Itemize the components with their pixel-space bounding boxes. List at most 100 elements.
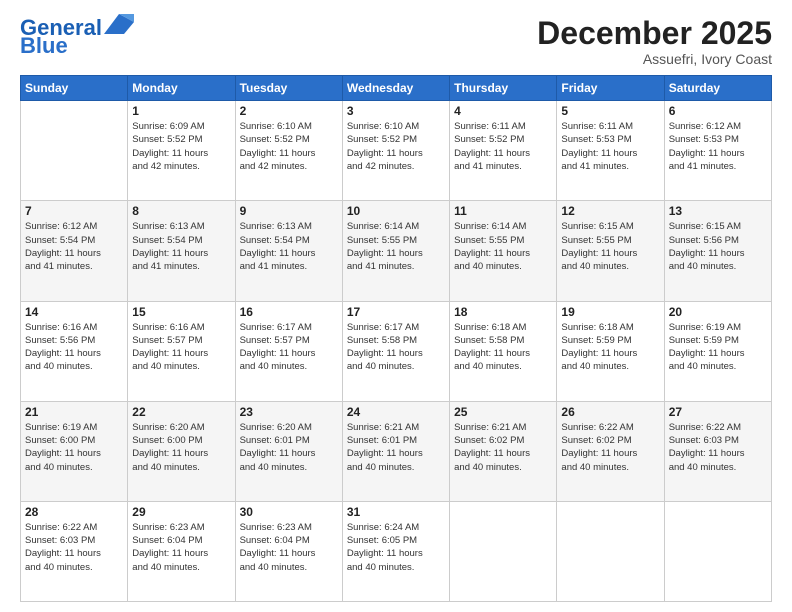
day-cell: 3Sunrise: 6:10 AM Sunset: 5:52 PM Daylig…: [342, 101, 449, 201]
day-cell: 1 Sunrise: 6:09 AM Sunset: 5:52 PM Daylig…: [128, 101, 235, 201]
day-cell: 21 Sunrise: 6:19 AM Sunset: 6:00 PM Dayli…: [21, 401, 128, 501]
day-cell: [21, 101, 128, 201]
logo-blue: Blue: [20, 34, 68, 58]
day-number: 14: [25, 305, 123, 319]
day-number: 8: [132, 204, 230, 218]
day-info: Sunrise: 6:13 AM Sunset: 5:54 PM Dayligh…: [240, 220, 338, 273]
day-number: 2: [240, 104, 338, 118]
header-row: Sunday Monday Tuesday Wednesday Thursday…: [21, 76, 772, 101]
week-row-5: 28 Sunrise: 6:22 AM Sunset: 6:03 PM Dayli…: [21, 501, 772, 601]
day-number: 1: [132, 104, 230, 118]
day-cell: 25Sunrise: 6:21 AM Sunset: 6:02 PM Dayli…: [450, 401, 557, 501]
week-row-2: 7Sunrise: 6:12 AM Sunset: 5:54 PM Daylig…: [21, 201, 772, 301]
day-info: Sunrise: 6:18 AM Sunset: 5:59 PM Dayligh…: [561, 321, 659, 374]
day-cell: 30Sunrise: 6:23 AM Sunset: 6:04 PM Dayli…: [235, 501, 342, 601]
day-info: Sunrise: 6:13 AM Sunset: 5:54 PM Dayligh…: [132, 220, 230, 273]
day-info: Sunrise: 6:17 AM Sunset: 5:57 PM Dayligh…: [240, 321, 338, 374]
day-cell: 13Sunrise: 6:15 AM Sunset: 5:56 PM Dayli…: [664, 201, 771, 301]
col-monday: Monday: [128, 76, 235, 101]
day-number: 28: [25, 505, 123, 519]
day-number: 29: [132, 505, 230, 519]
day-cell: 8 Sunrise: 6:13 AM Sunset: 5:54 PM Daylig…: [128, 201, 235, 301]
day-number: 26: [561, 405, 659, 419]
day-info: Sunrise: 6:18 AM Sunset: 5:58 PM Dayligh…: [454, 321, 552, 374]
day-number: 4: [454, 104, 552, 118]
day-info: Sunrise: 6:14 AM Sunset: 5:55 PM Dayligh…: [454, 220, 552, 273]
day-number: 16: [240, 305, 338, 319]
day-cell: 9Sunrise: 6:13 AM Sunset: 5:54 PM Daylig…: [235, 201, 342, 301]
day-info: Sunrise: 6:22 AM Sunset: 6:03 PM Dayligh…: [669, 421, 767, 474]
day-info: Sunrise: 6:21 AM Sunset: 6:01 PM Dayligh…: [347, 421, 445, 474]
day-cell: 16 Sunrise: 6:17 AM Sunset: 5:57 PM Dayli…: [235, 301, 342, 401]
day-info: Sunrise: 6:23 AM Sunset: 6:04 PM Dayligh…: [240, 521, 338, 574]
day-number: 3: [347, 104, 445, 118]
day-cell: 11Sunrise: 6:14 AM Sunset: 5:55 PM Dayli…: [450, 201, 557, 301]
day-info: Sunrise: 6:10 AM Sunset: 5:52 PM Dayligh…: [240, 120, 338, 173]
day-number: 20: [669, 305, 767, 319]
day-number: 10: [347, 204, 445, 218]
calendar-title: December 2025: [537, 16, 772, 51]
day-number: 24: [347, 405, 445, 419]
day-info: Sunrise: 6:17 AM Sunset: 5:58 PM Dayligh…: [347, 321, 445, 374]
day-cell: 14 Sunrise: 6:16 AM Sunset: 5:56 PM Dayli…: [21, 301, 128, 401]
calendar-subtitle: Assuefri, Ivory Coast: [537, 51, 772, 67]
header: General Blue December 2025 Assuefri, Ivo…: [20, 16, 772, 67]
day-cell: 28 Sunrise: 6:22 AM Sunset: 6:03 PM Dayli…: [21, 501, 128, 601]
day-cell: 5 Sunrise: 6:11 AM Sunset: 5:53 PM Daylig…: [557, 101, 664, 201]
day-number: 15: [132, 305, 230, 319]
day-info: Sunrise: 6:22 AM Sunset: 6:02 PM Dayligh…: [561, 421, 659, 474]
day-info: Sunrise: 6:11 AM Sunset: 5:52 PM Dayligh…: [454, 120, 552, 173]
day-info: Sunrise: 6:22 AM Sunset: 6:03 PM Dayligh…: [25, 521, 123, 574]
day-cell: 18 Sunrise: 6:18 AM Sunset: 5:58 PM Dayli…: [450, 301, 557, 401]
day-cell: 29 Sunrise: 6:23 AM Sunset: 6:04 PM Dayli…: [128, 501, 235, 601]
day-info: Sunrise: 6:16 AM Sunset: 5:57 PM Dayligh…: [132, 321, 230, 374]
day-info: Sunrise: 6:12 AM Sunset: 5:54 PM Dayligh…: [25, 220, 123, 273]
day-info: Sunrise: 6:15 AM Sunset: 5:56 PM Dayligh…: [669, 220, 767, 273]
page: General Blue December 2025 Assuefri, Ivo…: [0, 0, 792, 612]
week-row-3: 14 Sunrise: 6:16 AM Sunset: 5:56 PM Dayli…: [21, 301, 772, 401]
day-info: Sunrise: 6:23 AM Sunset: 6:04 PM Dayligh…: [132, 521, 230, 574]
day-cell: 10Sunrise: 6:14 AM Sunset: 5:55 PM Dayli…: [342, 201, 449, 301]
col-wednesday: Wednesday: [342, 76, 449, 101]
day-cell: 7Sunrise: 6:12 AM Sunset: 5:54 PM Daylig…: [21, 201, 128, 301]
day-number: 17: [347, 305, 445, 319]
day-cell: [450, 501, 557, 601]
day-cell: 23 Sunrise: 6:20 AM Sunset: 6:01 PM Dayli…: [235, 401, 342, 501]
day-info: Sunrise: 6:09 AM Sunset: 5:52 PM Dayligh…: [132, 120, 230, 173]
day-number: 23: [240, 405, 338, 419]
day-cell: 15 Sunrise: 6:16 AM Sunset: 5:57 PM Dayli…: [128, 301, 235, 401]
day-cell: [557, 501, 664, 601]
day-cell: [664, 501, 771, 601]
day-info: Sunrise: 6:24 AM Sunset: 6:05 PM Dayligh…: [347, 521, 445, 574]
day-info: Sunrise: 6:20 AM Sunset: 6:01 PM Dayligh…: [240, 421, 338, 474]
col-thursday: Thursday: [450, 76, 557, 101]
day-number: 27: [669, 405, 767, 419]
day-info: Sunrise: 6:11 AM Sunset: 5:53 PM Dayligh…: [561, 120, 659, 173]
day-cell: 26 Sunrise: 6:22 AM Sunset: 6:02 PM Dayli…: [557, 401, 664, 501]
day-info: Sunrise: 6:12 AM Sunset: 5:53 PM Dayligh…: [669, 120, 767, 173]
day-info: Sunrise: 6:21 AM Sunset: 6:02 PM Dayligh…: [454, 421, 552, 474]
day-number: 6: [669, 104, 767, 118]
col-sunday: Sunday: [21, 76, 128, 101]
col-tuesday: Tuesday: [235, 76, 342, 101]
col-saturday: Saturday: [664, 76, 771, 101]
day-cell: 22Sunrise: 6:20 AM Sunset: 6:00 PM Dayli…: [128, 401, 235, 501]
day-cell: 6 Sunrise: 6:12 AM Sunset: 5:53 PM Daylig…: [664, 101, 771, 201]
day-cell: 2 Sunrise: 6:10 AM Sunset: 5:52 PM Daylig…: [235, 101, 342, 201]
day-info: Sunrise: 6:19 AM Sunset: 5:59 PM Dayligh…: [669, 321, 767, 374]
day-info: Sunrise: 6:15 AM Sunset: 5:55 PM Dayligh…: [561, 220, 659, 273]
week-row-1: 1 Sunrise: 6:09 AM Sunset: 5:52 PM Daylig…: [21, 101, 772, 201]
week-row-4: 21 Sunrise: 6:19 AM Sunset: 6:00 PM Dayli…: [21, 401, 772, 501]
day-info: Sunrise: 6:19 AM Sunset: 6:00 PM Dayligh…: [25, 421, 123, 474]
day-cell: 31Sunrise: 6:24 AM Sunset: 6:05 PM Dayli…: [342, 501, 449, 601]
day-number: 19: [561, 305, 659, 319]
col-friday: Friday: [557, 76, 664, 101]
day-number: 5: [561, 104, 659, 118]
day-number: 18: [454, 305, 552, 319]
day-cell: 19 Sunrise: 6:18 AM Sunset: 5:59 PM Dayli…: [557, 301, 664, 401]
day-number: 21: [25, 405, 123, 419]
day-cell: 27 Sunrise: 6:22 AM Sunset: 6:03 PM Dayli…: [664, 401, 771, 501]
day-info: Sunrise: 6:16 AM Sunset: 5:56 PM Dayligh…: [25, 321, 123, 374]
day-cell: 24 Sunrise: 6:21 AM Sunset: 6:01 PM Dayli…: [342, 401, 449, 501]
day-cell: 12Sunrise: 6:15 AM Sunset: 5:55 PM Dayli…: [557, 201, 664, 301]
